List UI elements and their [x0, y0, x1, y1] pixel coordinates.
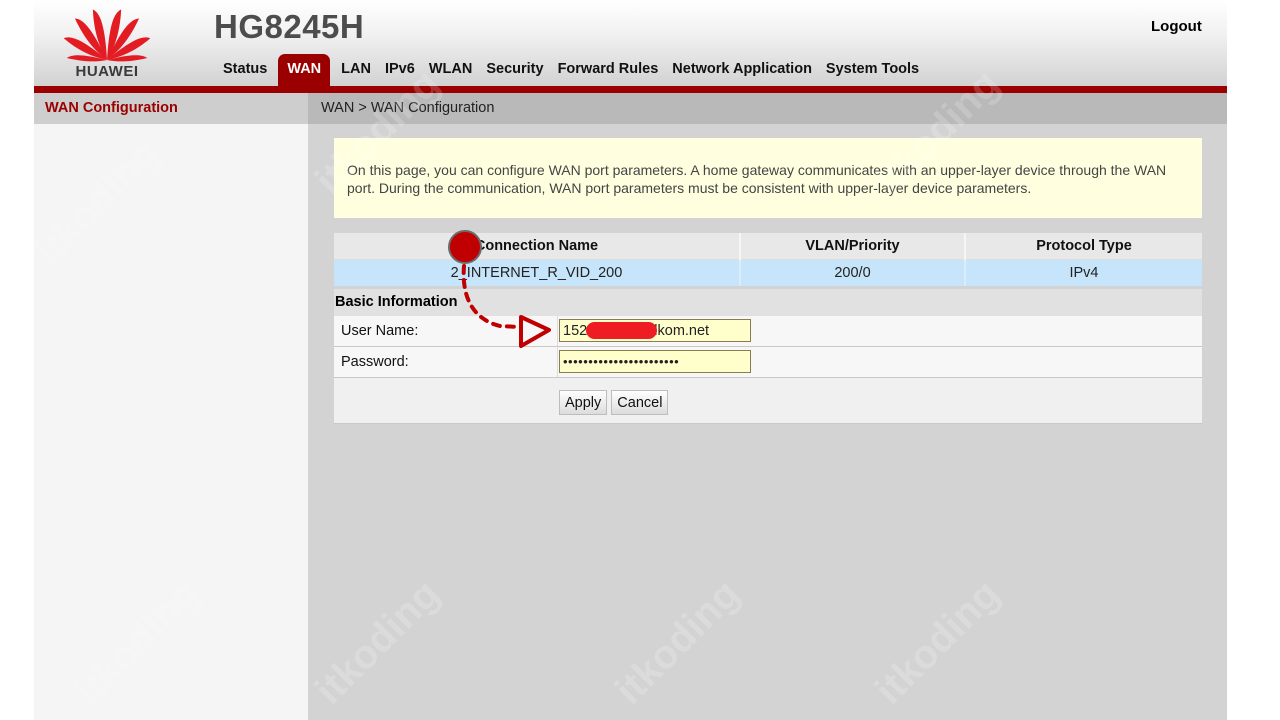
tab-system-tools[interactable]: System Tools	[819, 54, 926, 86]
brand-name: HUAWEI	[75, 63, 139, 80]
device-model-title: HG8245H	[214, 8, 365, 45]
header-divider	[34, 86, 1227, 93]
cell-vlan-priority[interactable]: 200/0	[740, 258, 966, 286]
page-description: On this page, you can configure WAN port…	[334, 138, 1202, 218]
column-header-vlan-priority: VLAN/Priority	[740, 233, 966, 259]
router-admin-frame: HUAWEI HG8245H Logout Status WAN LAN IPv…	[34, 0, 1227, 720]
tab-wlan[interactable]: WLAN	[422, 54, 480, 86]
tab-lan[interactable]: LAN	[334, 54, 378, 86]
sidebar: WAN Configuration	[34, 93, 308, 720]
tab-security[interactable]: Security	[479, 54, 550, 86]
tab-ipv6[interactable]: IPv6	[378, 54, 422, 86]
password-label: Password:	[334, 347, 558, 377]
main-content: WAN > WAN Configuration On this page, yo…	[308, 93, 1227, 720]
cancel-button[interactable]: Cancel	[611, 390, 669, 415]
cell-protocol-type[interactable]: IPv4	[965, 258, 1202, 286]
tab-forward-rules[interactable]: Forward Rules	[551, 54, 666, 86]
breadcrumb: WAN > WAN Configuration	[308, 93, 1227, 124]
column-header-connection-name: Connection Name	[334, 233, 741, 259]
column-header-protocol-type: Protocol Type	[965, 233, 1202, 259]
sidebar-item-wan-configuration[interactable]: WAN Configuration	[34, 93, 308, 124]
form-actions: Apply Cancel	[334, 378, 1202, 424]
username-row: User Name:	[334, 316, 1202, 347]
logout-link[interactable]: Logout	[1151, 18, 1202, 35]
section-title: Basic Information	[334, 289, 1202, 316]
table-row[interactable]: 2_INTERNET_R_VID_200 200/0 IPv4	[334, 258, 1202, 286]
basic-information-section: Basic Information User Name: Password: A…	[334, 289, 1202, 424]
wan-connection-table: Connection Name VLAN/Priority Protocol T…	[334, 233, 1202, 286]
header: HUAWEI HG8245H Logout Status WAN LAN IPv…	[34, 0, 1227, 86]
cell-connection-name[interactable]: 2_INTERNET_R_VID_200	[334, 258, 741, 286]
password-row: Password:	[334, 347, 1202, 378]
redaction-mark	[586, 322, 657, 339]
apply-button[interactable]: Apply	[559, 390, 608, 415]
password-input[interactable]	[559, 350, 751, 373]
tab-status[interactable]: Status	[216, 54, 274, 86]
huawei-flower-icon	[63, 9, 151, 62]
tab-wan[interactable]: WAN	[278, 54, 331, 86]
tab-network-application[interactable]: Network Application	[665, 54, 819, 86]
username-label: User Name:	[334, 316, 558, 346]
main-nav: Status WAN LAN IPv6 WLAN Security Forwar…	[216, 54, 926, 86]
huawei-logo: HUAWEI	[63, 2, 151, 82]
